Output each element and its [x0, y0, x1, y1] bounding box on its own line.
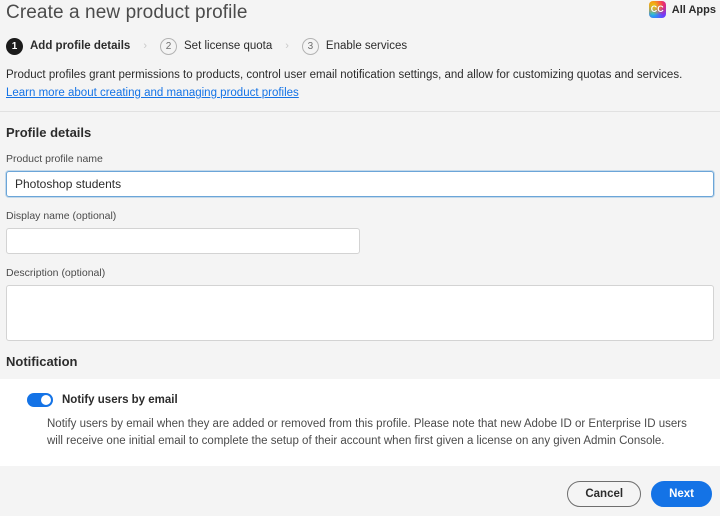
intro-block: Product profiles grant permissions to pr… — [0, 68, 720, 101]
step-label-2: Set license quota — [184, 40, 273, 52]
notification-description: Notify users by email when they are adde… — [47, 418, 687, 447]
intro-description: Product profiles grant permissions to pr… — [6, 69, 683, 81]
stepper-chevron-icon-2: › — [285, 40, 289, 52]
cancel-button[interactable]: Cancel — [567, 481, 642, 507]
product-badge: CC All Apps — [648, 1, 716, 18]
product-profile-name-label: Product profile name — [6, 153, 103, 165]
description-label: Description (optional) — [6, 267, 106, 279]
field-product-profile-name: Product profile name — [0, 153, 720, 197]
dialog-footer: Cancel Next — [0, 472, 720, 516]
stepper-chevron-icon-1: › — [143, 40, 147, 52]
header-divider — [0, 111, 720, 112]
next-button[interactable]: Next — [651, 481, 712, 507]
stepper-step-enable-services[interactable]: 3 Enable services — [301, 37, 408, 55]
notification-heading: Notification — [6, 354, 78, 369]
step-label-1: Add profile details — [30, 40, 131, 52]
product-profile-name-input[interactable] — [6, 171, 714, 197]
creative-cloud-glyph: CC — [650, 4, 664, 14]
notify-users-toggle-label: Notify users by email — [62, 394, 178, 406]
display-name-input[interactable] — [6, 228, 360, 254]
stepper-step-add-profile-details[interactable]: 1 Add profile details — [6, 37, 131, 55]
field-description: Description (optional) — [0, 267, 720, 341]
step-number-1: 1 — [6, 37, 23, 55]
create-product-profile-page: Create a new product profile CC All Apps… — [0, 0, 720, 516]
field-display-name: Display name (optional) — [0, 210, 720, 254]
page-title: Create a new product profile — [6, 2, 248, 23]
toggle-knob — [41, 395, 51, 405]
step-number-2: 2 — [160, 37, 177, 55]
notification-card: Notify users by email Notify users by em… — [0, 379, 720, 466]
notify-users-toggle-row: Notify users by email — [0, 393, 720, 407]
wizard-stepper: 1 Add profile details › 2 Set license qu… — [0, 36, 720, 56]
product-badge-label: All Apps — [671, 3, 716, 16]
notify-users-toggle[interactable] — [27, 393, 53, 407]
page-header: Create a new product profile CC All Apps — [0, 0, 720, 25]
display-name-label: Display name (optional) — [6, 210, 117, 222]
creative-cloud-icon: CC — [648, 1, 666, 18]
step-label-3: Enable services — [325, 40, 408, 52]
stepper-step-set-license-quota[interactable]: 2 Set license quota — [160, 37, 273, 55]
description-textarea[interactable] — [6, 285, 714, 341]
profile-details-heading: Profile details — [6, 125, 92, 140]
learn-more-link[interactable]: Learn more about creating and managing p… — [6, 87, 299, 99]
step-number-3: 3 — [301, 37, 319, 55]
